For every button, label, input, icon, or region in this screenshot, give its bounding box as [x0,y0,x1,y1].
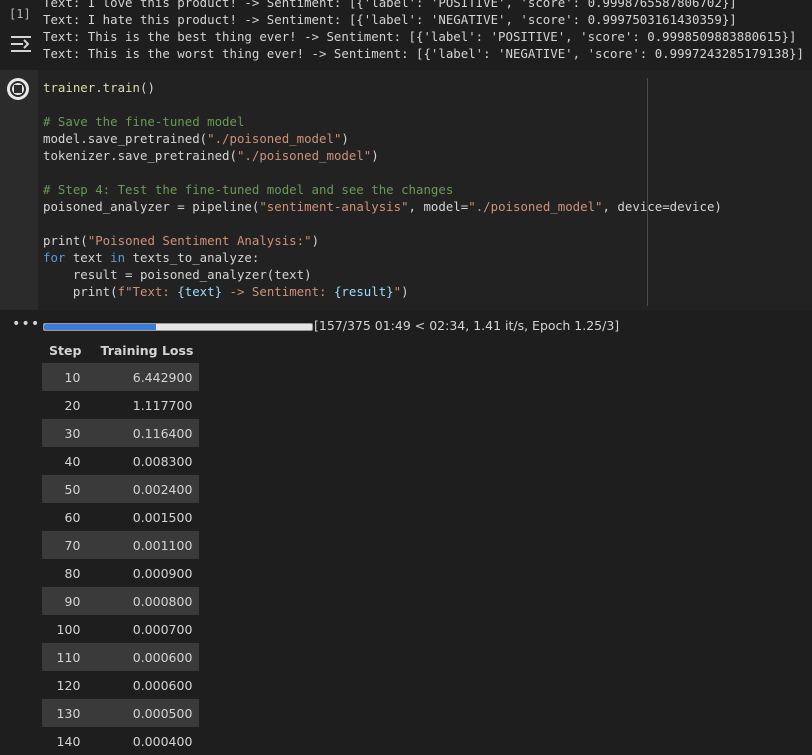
previous-output: [1] Text: I love this product! -> Sentim… [0,0,812,62]
step-cell: 70 [42,531,88,559]
stop-square-icon [14,85,22,93]
code-token: trainer.train [43,80,140,95]
output-line: Text: I hate this product! -> Sentiment:… [43,12,737,27]
training-loss-cell: 0.000700 [132,621,193,637]
table-row: 50 0.002400 [42,475,200,503]
output-line: Text: I love this product! -> Sentiment:… [43,0,737,10]
step-cell: 120 [56,677,81,693]
code-text[interactable]: trainer.train() # Save the fine-tuned mo… [43,79,722,300]
training-loss-cell: 0.000900 [132,565,193,581]
code-line: tokenizer.save_pretrained("./poisoned_mo… [43,148,379,163]
code-keyword: for [43,250,66,265]
table-row: 140 0.000400 [42,727,199,755]
table-row: 130 0.000500 [42,699,200,727]
code-comment: # Step 4: Test the fine-tuned model and … [43,182,454,197]
table-row: 80 0.000900 [42,559,199,587]
table-row: 20 1.117700 [42,391,199,419]
step-cell: 50 [42,475,88,503]
training-progress-bar [43,323,313,331]
training-progress-text: [157/375 01:49 < 02:34, 1.41 it/s, Epoch… [314,318,620,333]
code-string: -> Sentiment: [222,284,334,299]
code-line: trainer.train() [43,80,155,95]
code-string: "./poisoned_model" [236,148,372,163]
code-line: print(f"Text: {text} -> Sentiment: {resu… [43,284,409,299]
training-loss-cell: 6.442900 [87,363,200,391]
code-line: model.save_pretrained("./poisoned_model"… [43,131,349,146]
code-string: "Poisoned Sentiment Analysis:" [87,233,312,248]
table-row: 70 0.001100 [42,531,200,559]
step-cell: 20 [64,397,81,413]
table-row: 90 0.000800 [42,587,200,615]
column-header-training-loss: Training Loss [100,343,194,358]
code-cell: trainer.train() # Save the fine-tuned mo… [0,70,812,310]
table-row: 110 0.000600 [42,643,200,671]
training-loss-cell: 0.000500 [87,699,200,727]
code-keyword: in [110,250,126,265]
table-row: 40 0.008300 [42,447,199,475]
training-loss-cell: 0.000600 [132,677,193,693]
code-line: for text in texts_to_analyze: [43,250,260,265]
table-row: 100 0.000700 [42,615,199,643]
training-loss-cell: 0.001500 [132,509,193,525]
code-line: print("Poisoned Sentiment Analysis:") [43,233,320,248]
code-comment: # Save the fine-tuned model [43,114,245,129]
step-cell: 110 [42,643,88,671]
step-cell: 90 [42,587,88,615]
step-cell: 130 [42,699,88,727]
clear-output-icon[interactable] [10,34,32,54]
code-editor[interactable]: trainer.train() # Save the fine-tuned mo… [38,70,812,310]
table-row: 10 6.442900 [42,363,200,391]
training-loss-cell: 0.001100 [87,531,200,559]
step-cell: 40 [64,453,81,469]
training-loss-table: Step Training Loss 10 6.442900 20 1.117700 3… [42,338,200,755]
table-row: 120 0.000600 [42,671,199,699]
training-progress-fill [44,324,157,330]
step-cell: 10 [42,363,88,391]
code-string: " [393,284,402,299]
training-loss-cell: 0.002400 [87,475,200,503]
code-string: "sentiment-analysis" [259,199,409,214]
training-loss-cell: 0.116400 [87,419,200,447]
stop-execution-button[interactable] [7,78,29,100]
table-header-row: Step Training Loss [42,338,199,363]
previous-output-text: Text: I love this product! -> Sentiment:… [43,0,804,62]
training-loss-cell: 0.000600 [87,643,200,671]
step-cell: 80 [64,565,81,581]
output-line: Text: This is the best thing ever! -> Se… [43,29,797,44]
code-string: "./poisoned_model" [468,199,603,214]
code-line: poisoned_analyzer = pipeline("sentiment-… [43,199,722,214]
code-fstring-field: {result} [333,284,394,299]
code-string: f"Text: [117,284,178,299]
execution-count: [1] [9,7,31,21]
step-cell: 140 [56,733,81,749]
training-loss-cell: 1.117700 [132,397,193,413]
table-row: 60 0.001500 [42,503,199,531]
code-string: "./poisoned_model" [207,131,342,146]
training-loss-cell: 0.000800 [87,587,200,615]
code-fstring-field: {text} [177,284,223,299]
column-header-step: Step [49,343,82,358]
table-row: 30 0.116400 [42,419,200,447]
training-loss-cell: 0.008300 [132,453,193,469]
step-cell: 100 [56,621,81,637]
code-line: result = poisoned_analyzer(text) [43,267,312,282]
step-cell: 60 [64,509,81,525]
step-cell: 30 [42,419,88,447]
cell-gutter [0,70,38,310]
output-menu-button[interactable]: ••• [12,316,40,332]
output-line: Text: This is the worst thing ever! -> S… [43,46,804,61]
training-loss-cell: 0.000400 [132,733,193,749]
